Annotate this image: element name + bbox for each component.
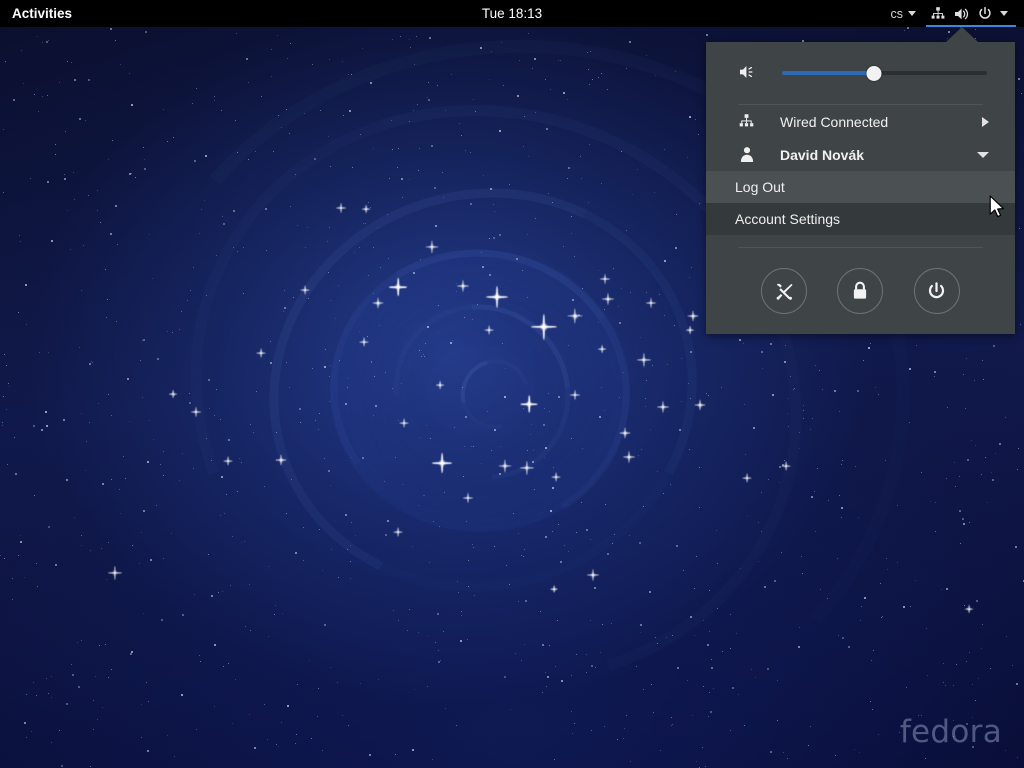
volume-low-icon <box>738 63 757 84</box>
log-out-menu-item[interactable]: Log Out <box>706 171 1015 203</box>
clock-area: Tue 18:13 <box>0 0 1024 27</box>
chevron-down-icon <box>908 11 916 16</box>
volume-slider-fill <box>782 71 874 75</box>
volume-slider-handle[interactable] <box>867 66 882 81</box>
lock-button[interactable] <box>837 268 883 314</box>
network-wired-icon <box>738 113 755 130</box>
network-wired-menu-item[interactable]: Wired Connected <box>706 105 1015 138</box>
system-menu-popup: Wired Connected David Novák Log Out Acco… <box>706 42 1015 334</box>
top-panel: Activities Tue 18:13 cs <box>0 0 1024 27</box>
system-tray: cs <box>885 0 1024 27</box>
system-menu-button[interactable] <box>922 0 1018 27</box>
activities-button[interactable]: Activities <box>0 0 82 27</box>
volume-high-icon <box>953 6 970 22</box>
system-menu-pointer <box>946 27 978 42</box>
power-icon <box>977 6 993 22</box>
account-settings-label: Account Settings <box>735 211 840 227</box>
user-submenu: Log Out Account Settings <box>706 171 1015 235</box>
arrow-down-icon[interactable] <box>977 152 989 158</box>
account-settings-menu-item[interactable]: Account Settings <box>706 203 1015 235</box>
network-wired-label: Wired Connected <box>780 114 982 130</box>
fedora-watermark: fedora <box>900 714 1002 750</box>
system-actions-row <box>706 248 1015 334</box>
power-icon <box>926 281 947 302</box>
volume-slider[interactable] <box>782 60 987 86</box>
volume-row <box>706 42 1015 104</box>
power-button[interactable] <box>914 268 960 314</box>
network-wired-icon <box>930 6 946 22</box>
clock-button[interactable]: Tue 18:13 <box>482 6 542 21</box>
log-out-label: Log Out <box>735 179 785 195</box>
padlock-icon <box>850 280 870 302</box>
user-name-label: David Novák <box>780 147 977 163</box>
arrow-right-icon[interactable] <box>982 117 989 127</box>
user-avatar-icon <box>738 146 755 163</box>
language-indicator-button[interactable]: cs <box>885 0 923 27</box>
chevron-down-icon <box>1000 11 1008 16</box>
language-indicator-label: cs <box>891 7 904 21</box>
user-menu-item[interactable]: David Novák <box>706 138 1015 171</box>
tools-settings-icon <box>773 280 796 303</box>
settings-button[interactable] <box>761 268 807 314</box>
